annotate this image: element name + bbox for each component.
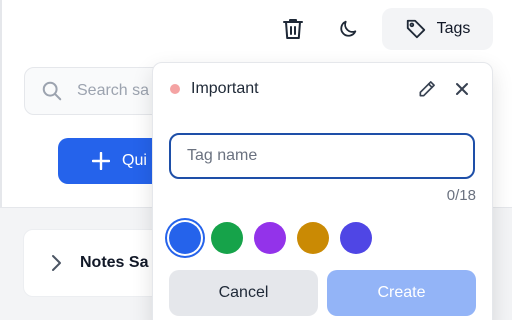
color-swatch-purple[interactable] [254,222,286,254]
close-popover-button[interactable] [451,78,473,100]
tags-button[interactable]: Tags [382,8,493,50]
theme-toggle-button[interactable] [328,8,368,50]
color-swatch-blue[interactable] [169,222,201,254]
delete-button[interactable] [273,8,313,50]
close-icon [456,83,468,95]
tag-name-input[interactable] [169,133,475,179]
tag-icon [406,19,425,39]
moon-icon [340,20,357,37]
notes-section-title: Notes Sa [80,254,149,271]
tag-title: Important [191,80,259,97]
edit-tag-button[interactable] [416,78,438,100]
color-swatch-green[interactable] [211,222,243,254]
tag-color-dot [170,84,180,94]
search-placeholder: Search sa [77,82,150,99]
color-swatch-amber[interactable] [297,222,329,254]
pencil-icon [419,81,435,97]
tag-editor-header: Important [153,63,492,115]
plus-icon [92,152,110,170]
character-count: 0/18 [446,187,476,204]
search-icon [42,81,62,101]
create-button[interactable]: Create [327,270,476,316]
tag-editor-popover: Important 0/18 Cancel Create [152,62,493,320]
trash-icon [283,19,303,39]
color-swatch-indigo[interactable] [340,222,372,254]
quick-add-label: Qui [122,152,147,169]
cancel-button[interactable]: Cancel [169,270,318,316]
tags-button-label: Tags [436,20,471,37]
chevron-right-icon [52,255,61,271]
